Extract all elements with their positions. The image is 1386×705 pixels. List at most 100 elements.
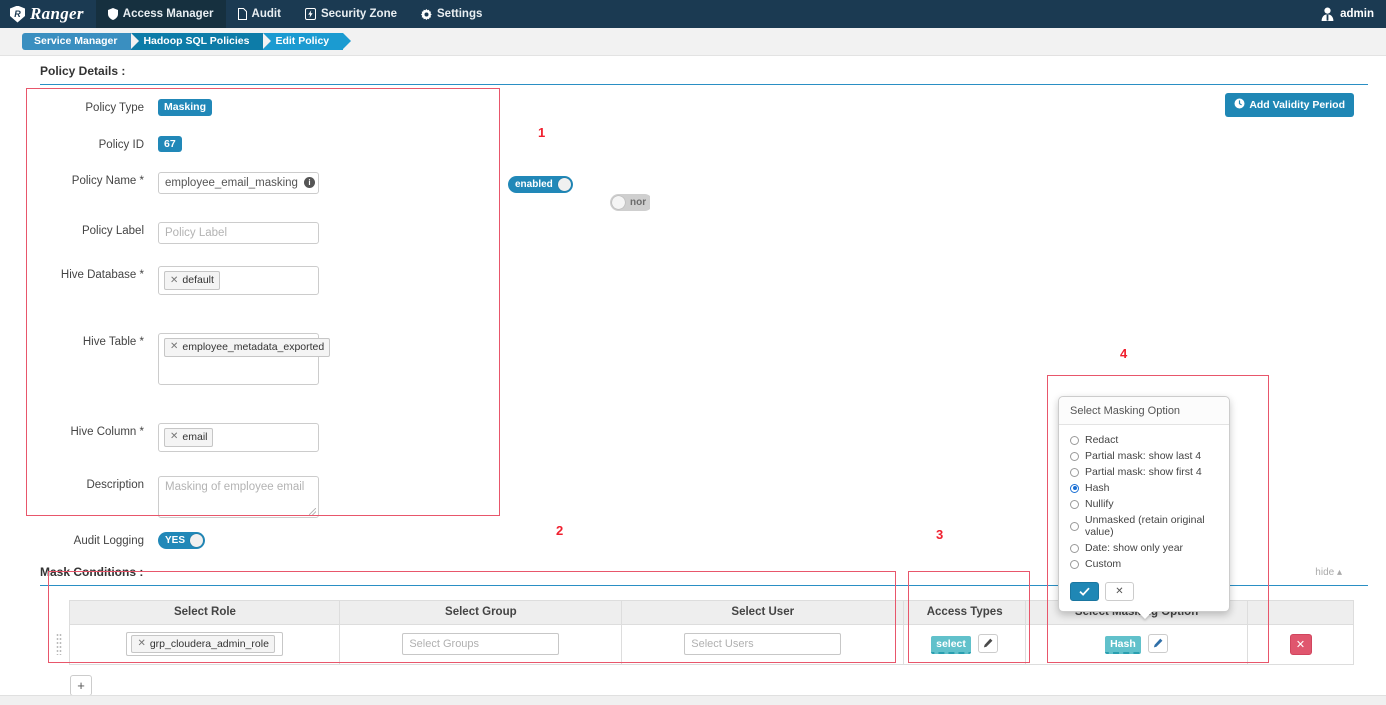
policy-label-input[interactable]: Policy Label (158, 222, 319, 245)
annotation-number-2: 2 (556, 523, 564, 538)
description-label: Description (86, 478, 144, 491)
field-policy-name: Policy Name * employee_email_masking i e… (18, 172, 650, 212)
masking-option-date-year[interactable]: Date: show only year (1070, 542, 1219, 554)
breadcrumb-item-service-manager[interactable]: Service Manager (22, 33, 140, 50)
audit-logging-toggle-label: YES (165, 534, 186, 546)
nav-label-settings: Settings (437, 8, 483, 20)
radio-icon[interactable] (1070, 499, 1079, 509)
option-label: Custom (1085, 558, 1122, 570)
option-label: Nullify (1085, 498, 1114, 510)
brand-mark: R (14, 8, 21, 19)
radio-icon-selected[interactable] (1070, 483, 1079, 493)
user-avatar-icon (1321, 7, 1334, 21)
breadcrumb-label: Edit Policy (275, 35, 330, 47)
normal-toggle-switch[interactable]: nor (610, 194, 650, 212)
masking-option-nullify[interactable]: Nullify (1070, 498, 1219, 510)
option-label: Unmasked (retain original value) (1085, 514, 1205, 538)
masking-option-partial-last-4[interactable]: Partial mask: show last 4 (1070, 450, 1219, 462)
policy-type-badge: Masking (158, 99, 213, 116)
field-policy-id: Policy ID 67 (18, 135, 518, 153)
group-select-input[interactable]: Select Groups (402, 633, 560, 656)
token-chip[interactable]: ✕ email (164, 427, 214, 447)
token-chip[interactable]: ✕ employee_metadata_exported (164, 337, 331, 357)
breadcrumb-label: Hadoop SQL Policies (143, 35, 250, 47)
radio-icon[interactable] (1070, 559, 1079, 569)
edit-masking-option-button[interactable] (1148, 633, 1169, 653)
col-select-group: Select Group (339, 599, 623, 625)
user-select-input[interactable]: Select Users (684, 633, 842, 656)
audit-logging-toggle[interactable]: YES (158, 531, 206, 549)
table-row: ✕ grp_cloudera_admin_role Select Groups … (48, 623, 1354, 665)
gear-icon (421, 8, 432, 20)
policy-normal-toggle[interactable]: nor (610, 194, 650, 212)
policy-id-label: Policy ID (98, 138, 144, 151)
add-validity-period-button[interactable]: Add Validity Period (1225, 93, 1354, 117)
token-chip[interactable]: ✕ default (164, 271, 220, 290)
remove-token-icon[interactable]: ✕ (170, 340, 178, 354)
radio-icon[interactable] (1070, 435, 1079, 445)
col-select-user: Select User (621, 599, 905, 625)
option-label: Partial mask: show last 4 (1085, 450, 1202, 462)
add-mask-condition-button[interactable]: + (70, 674, 92, 696)
row-drag-handle[interactable] (48, 624, 70, 665)
top-navbar: R Ranger Access Manager Audit Security Z… (0, 0, 1386, 28)
token-chip[interactable]: ✕ grp_cloudera_admin_role (131, 634, 275, 654)
role-select-input[interactable]: ✕ grp_cloudera_admin_role (126, 632, 284, 657)
hive-column-input[interactable]: ✕ email (158, 422, 319, 452)
confirm-masking-option-button[interactable] (1070, 582, 1099, 601)
description-textarea[interactable]: Masking of employee email (158, 475, 319, 518)
col-select-role: Select Role (69, 599, 341, 625)
brand-logo-link[interactable]: R Ranger (0, 0, 96, 28)
remove-token-icon[interactable]: ✕ (137, 637, 145, 651)
select-masking-option-popover: Select Masking Option Redact Partial mas… (1058, 396, 1230, 619)
policy-enabled-toggle[interactable]: enabled (508, 176, 573, 194)
option-label: Partial mask: show first 4 (1085, 466, 1202, 478)
option-label: Hash (1085, 482, 1110, 494)
breadcrumb-item-edit-policy[interactable]: Edit Policy (263, 33, 351, 50)
nav-label-access-manager: Access Manager (122, 8, 214, 20)
masking-option-custom[interactable]: Custom (1070, 558, 1219, 570)
radio-icon[interactable] (1070, 451, 1079, 461)
hide-toggle-link[interactable]: hide ▴ (1315, 567, 1342, 578)
radio-icon[interactable] (1070, 521, 1079, 531)
masking-option-unmasked[interactable]: Unmasked (retain original value) (1070, 514, 1219, 538)
access-type-badge[interactable]: select (931, 635, 971, 655)
remove-token-icon[interactable]: ✕ (170, 430, 178, 444)
policy-type-label: Policy Type (85, 102, 144, 114)
annotation-number-4: 4 (1120, 346, 1128, 361)
audit-logging-label: Audit Logging (73, 534, 144, 547)
masking-option-hash[interactable]: Hash (1070, 482, 1219, 494)
edit-access-types-button[interactable] (978, 633, 999, 653)
user-menu[interactable]: admin (1321, 0, 1374, 28)
nav-label-security-zone: Security Zone (320, 8, 397, 20)
policy-name-label: Policy Name * (71, 175, 144, 188)
hive-table-input[interactable]: ✕ employee_metadata_exported (158, 332, 331, 385)
masking-option-partial-first-4[interactable]: Partial mask: show first 4 (1070, 466, 1219, 478)
breadcrumb-item-hadoop-sql-policies[interactable]: Hadoop SQL Policies (131, 33, 272, 50)
policy-name-input[interactable]: employee_email_masking (158, 172, 319, 195)
policy-id-badge: 67 (158, 135, 182, 153)
nav-item-audit[interactable]: Audit (226, 0, 293, 28)
radio-icon[interactable] (1070, 543, 1079, 553)
delete-row-button[interactable]: ✕ (1289, 633, 1312, 655)
remove-token-icon[interactable]: ✕ (170, 274, 178, 288)
cancel-masking-option-button[interactable]: ✕ (1105, 582, 1134, 601)
hive-database-input[interactable]: ✕ default (158, 266, 319, 295)
masking-option-redact[interactable]: Redact (1070, 434, 1219, 446)
nav-label-audit: Audit (251, 8, 281, 20)
page-bottom-strip (0, 695, 1386, 705)
drag-col-header (48, 600, 70, 624)
masking-option-badge[interactable]: Hash (1105, 635, 1141, 655)
radio-icon[interactable] (1070, 467, 1079, 477)
col-actions (1247, 599, 1354, 625)
toggle-knob (190, 533, 204, 547)
nav-item-security-zone[interactable]: Security Zone (293, 0, 409, 28)
nav-item-settings[interactable]: Settings (409, 0, 494, 28)
policy-label-label: Policy Label (81, 225, 144, 238)
toggle-knob (612, 196, 625, 210)
masking-option-list: Redact Partial mask: show last 4 Partial… (1059, 425, 1229, 578)
enabled-toggle-switch[interactable]: enabled (508, 176, 573, 194)
nav-item-access-manager[interactable]: Access Manager (95, 0, 226, 28)
shield-icon (107, 8, 118, 20)
add-validity-period-label: Add Validity Period (1249, 99, 1345, 111)
